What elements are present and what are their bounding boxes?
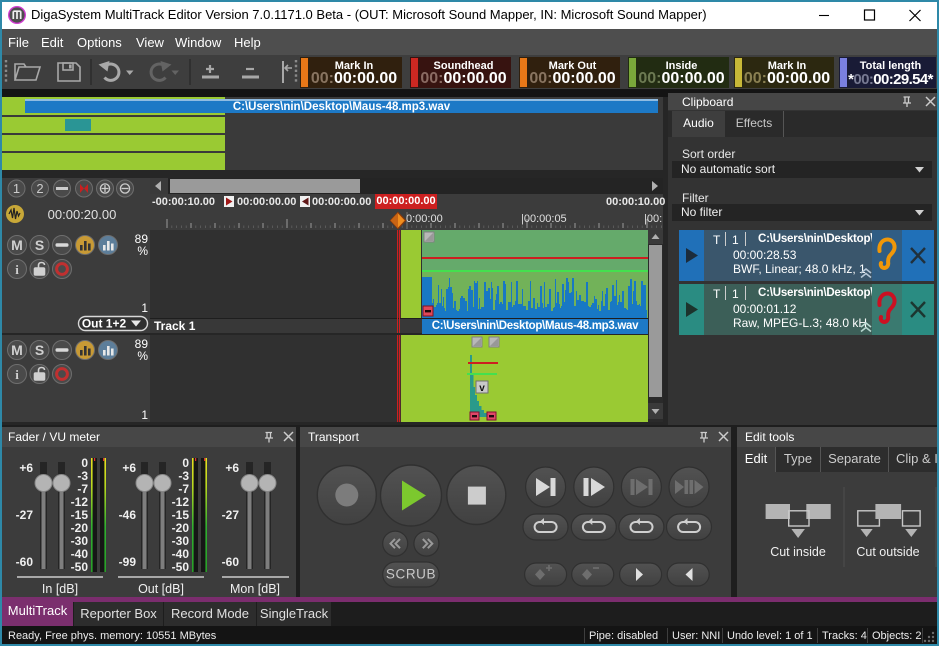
svg-text:-12: -12 [71,495,89,509]
svg-text:-20: -20 [71,521,89,535]
svg-text:0: 0 [182,456,189,470]
svg-text:-99: -99 [119,555,137,569]
svg-text:M: M [11,342,23,358]
svg-text:i: i [15,367,19,382]
svg-text:Cut outside: Cut outside [856,545,919,559]
svg-text:Out 1+2: Out 1+2 [82,317,127,331]
svg-text:-15: -15 [172,508,190,522]
svg-text:-60: -60 [16,555,34,569]
svg-text:S: S [35,342,44,358]
svg-text:-15: -15 [71,508,89,522]
svg-text:S: S [35,237,44,253]
svg-text:-30: -30 [172,534,190,548]
svg-text:-12: -12 [172,495,190,509]
svg-text:-40: -40 [172,547,190,561]
svg-text:SCRUB: SCRUB [386,567,436,582]
svg-text:-27: -27 [222,508,240,522]
svg-text:-60: -60 [222,555,240,569]
svg-text:1: 1 [141,408,148,422]
svg-text:%: % [137,349,148,363]
svg-text:+6: +6 [225,461,239,475]
svg-text:i: i [15,262,19,277]
svg-text:+6: +6 [19,461,33,475]
svg-text:Cut inside: Cut inside [770,545,826,559]
svg-text:0: 0 [81,456,88,470]
svg-text:-7: -7 [77,482,88,496]
svg-text:-46: -46 [119,508,137,522]
svg-text:In [dB]: In [dB] [42,582,78,596]
svg-text:Out [dB]: Out [dB] [138,582,184,596]
svg-text:-20: -20 [172,521,190,535]
svg-text:1: 1 [13,181,20,196]
svg-text:1: 1 [141,301,148,315]
svg-text:v: v [479,383,485,394]
svg-text:-27: -27 [16,508,34,522]
svg-text:-40: -40 [71,547,89,561]
svg-text:2: 2 [36,181,43,196]
svg-text:-3: -3 [77,469,88,483]
svg-text:-30: -30 [71,534,89,548]
svg-text:-3: -3 [178,469,189,483]
svg-text:M: M [11,237,23,253]
svg-text:-50: -50 [71,560,89,574]
svg-text:-50: -50 [172,560,190,574]
svg-text:+6: +6 [122,461,136,475]
svg-text:%: % [137,244,148,258]
svg-text:Mon [dB]: Mon [dB] [230,582,280,596]
svg-text:-7: -7 [178,482,189,496]
